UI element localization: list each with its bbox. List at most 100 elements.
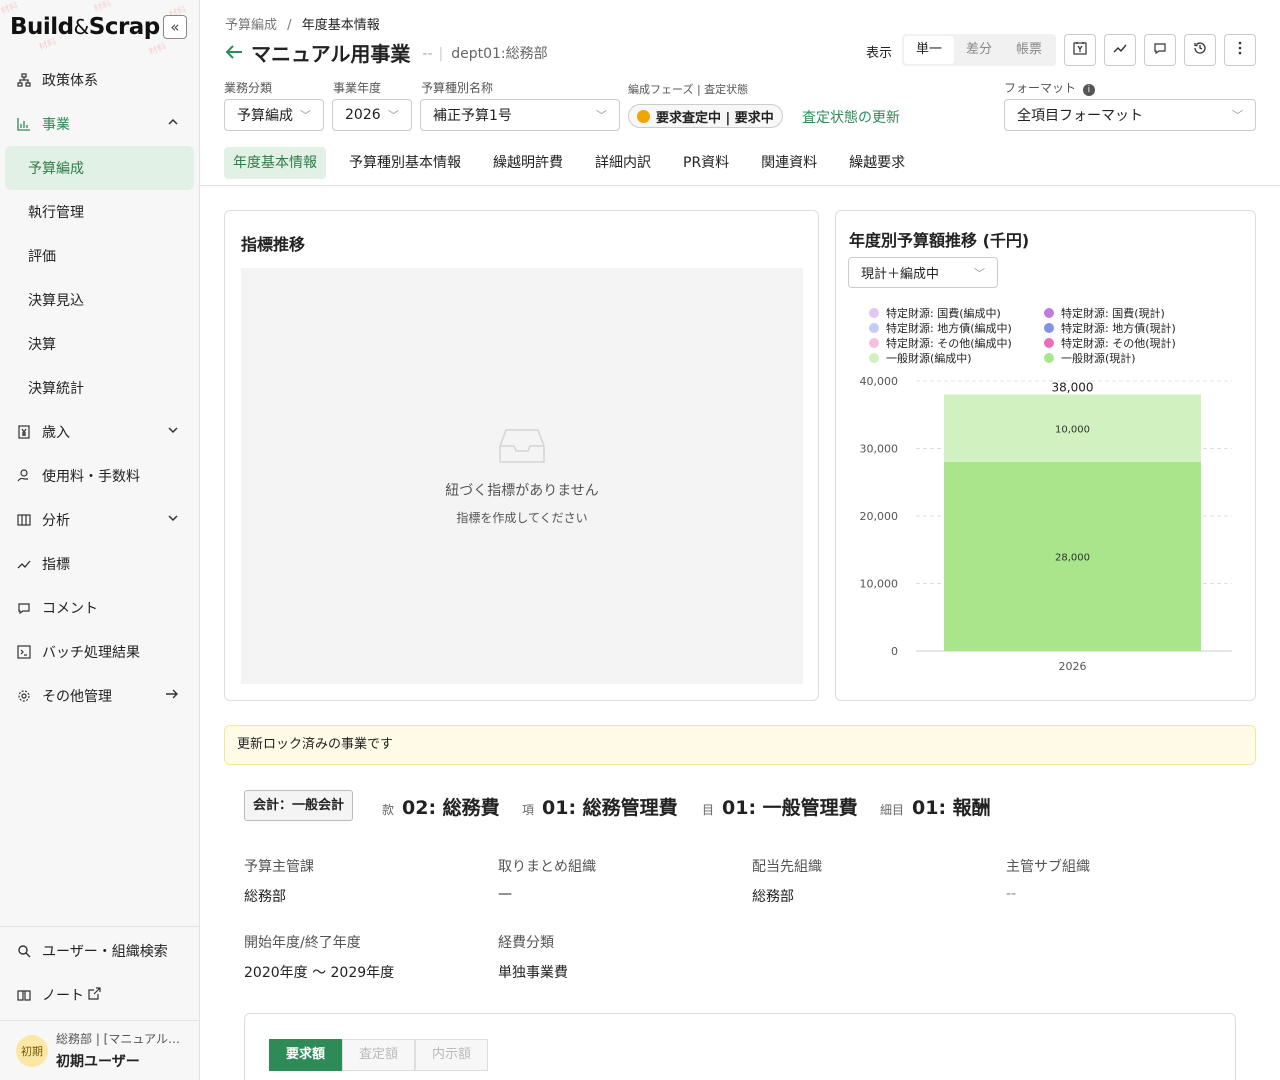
sidebar-item-label: その他管理 [42,689,112,705]
legend-label: 特定財源: その他(編成中) [886,337,1012,350]
tab-assessed-amount[interactable]: 査定額 [342,1039,415,1071]
current-user[interactable]: 初期 総務部 | [マニュアル… 初期ユーザー [0,1020,199,1080]
tab-carryover-request[interactable]: 繰越要求 [840,147,914,179]
trend-button[interactable] [1104,34,1136,66]
back-arrow-icon[interactable] [225,41,243,65]
budget-chart-select[interactable]: 現計＋編成中 ﹀ [848,257,998,288]
fiscal-year-value: 2026 [345,107,381,123]
account-badge: 会計：一般会計 [244,790,354,821]
legend-item[interactable]: 特定財源: その他(現計) [1044,335,1176,351]
app-logo[interactable]: Build&Scrap [10,14,160,40]
sidebar-sub-label: 評価 [28,249,56,265]
tab-yearly-info[interactable]: 年度基本情報 [224,147,326,179]
tab-divider [200,185,1280,186]
more-menu-button[interactable] [1224,34,1256,66]
sidebar-sub-evaluation[interactable]: 評価 [0,234,199,278]
kan-key: 款 [382,803,395,817]
sidebar-item-indicators[interactable]: 指標 [0,542,199,586]
info-icon[interactable]: i [1082,84,1095,96]
empty-title: 紐づく指標がありません [445,483,599,499]
comment-button[interactable] [1144,34,1176,66]
svg-text:材料: 材料 [92,0,113,15]
sidebar-item-label: 分析 [42,513,70,529]
tab-details[interactable]: 詳細内訳 [586,147,660,179]
bar-total-label: 38,000 [1052,381,1094,395]
tab-budget-type-info[interactable]: 予算種別基本情報 [340,147,470,179]
sidebar-sub-statistics[interactable]: 決算統計 [0,366,199,410]
sidebar-sub-execution[interactable]: 執行管理 [0,190,199,234]
chevron-down-icon: ﹀ [974,266,985,280]
format-select[interactable]: 全項目フォーマット ﹀ [1004,99,1256,131]
chevron-down-icon: ﹀ [1232,109,1243,122]
sidebar-item-business[interactable]: 事業 [0,102,199,146]
budget-type-select[interactable]: 補正予算1号 ﹀ [420,99,620,131]
sidebar-item-label: 使用料・手数料 [42,469,140,485]
breadcrumb-separator: / [287,18,292,33]
moku-value: 01: 一般管理費 [722,797,858,819]
legend-item[interactable]: 特定財源: 地方債(現計) [1044,320,1176,336]
legend-item[interactable]: 特定財源: 地方債(編成中) [869,320,1012,336]
view-mode-single[interactable]: 単一 [904,36,955,64]
sidebar-item-policy[interactable]: 政策体系 [0,58,199,102]
main-content: 予算編成 / 年度基本情報 マニュアル用事業 -- | dept01:総務部 表示 … [200,0,1280,1080]
view-mode-diff[interactable]: 差分 [954,36,1004,64]
sidebar-bottom: ユーザー・組織検索 ノート [0,926,199,1017]
collapse-sidebar-button[interactable]: « [163,15,187,39]
user-org-search[interactable]: ユーザー・組織検索 [0,929,199,973]
search-icon [16,943,32,959]
sidebar-sub-settlement[interactable]: 決算 [0,322,199,366]
note-link[interactable]: ノート [0,973,199,1017]
sidebar: 材料 材料 材料 材料 材料 Build&Scrap « 政策体系 事業 予算編… [0,0,200,1080]
sidebar-item-batch[interactable]: バッチ処理結果 [0,630,199,674]
tab-carryover[interactable]: 繰越明許費 [484,147,572,179]
note-label: ノート [42,988,84,1004]
tab-pr[interactable]: PR資料 [674,147,738,179]
sidebar-item-label: 指標 [42,557,70,573]
sidebar-item-fees[interactable]: 使用料・手数料 [0,454,199,498]
hierarchy-icon [16,72,32,88]
sidebar-sub-budget[interactable]: 予算編成 [5,146,194,190]
view-mode-label: 表示 [866,46,893,61]
format-label-text: フォーマット [1004,81,1077,95]
budget-chart-select-value: 現計＋編成中 [861,267,940,282]
business-type-select[interactable]: 予算編成 ﹀ [224,99,324,131]
y-tick-label: 10,000 [860,578,899,591]
terminal-icon [16,644,32,660]
business-type-value: 予算編成 [237,108,293,124]
legend-label: 一般財源(編成中) [886,352,972,365]
department-label: -- | dept01:総務部 [422,45,548,62]
saimoku-key: 細目 [880,803,905,817]
budget-type-value: 補正予算1号 [433,108,512,124]
sidebar-sub-forecast[interactable]: 決算見込 [0,278,199,322]
title-row: マニュアル用事業 -- | dept01:総務部 [225,38,548,67]
legend-swatch [869,353,879,363]
legend-item[interactable]: 一般財源(現計) [1044,350,1136,366]
legend-item[interactable]: 特定財源: 国費(編成中) [869,305,1001,321]
tab-related[interactable]: 関連資料 [752,147,826,179]
fiscal-year-label: 事業年度 [333,81,382,95]
fiscal-year-select[interactable]: 2026 ﹀ [332,99,412,131]
gear-icon [16,688,32,704]
sidebar-item-comments[interactable]: コメント [0,586,199,630]
tab-request-amount[interactable]: 要求額 [269,1039,342,1071]
legend-label: 一般財源(現計) [1061,352,1136,365]
view-mode-report[interactable]: 帳票 [1004,36,1054,64]
sidebar-item-analysis[interactable]: 分析 [0,498,199,542]
legend-item[interactable]: 特定財源: その他(編成中) [869,335,1012,351]
budget-bar-chart: 0 10,000 20,000 30,000 40,000 28,000 10,000 38,… [860,375,1232,671]
sidebar-sub-label: 執行管理 [28,205,84,221]
legend-item[interactable]: 特定財源: 国費(現計) [1044,305,1165,321]
update-status-link[interactable]: 査定状態の更新 [802,107,900,127]
yen-calendar-button[interactable] [1064,34,1096,66]
business-type-label: 業務分類 [224,81,273,95]
history-button[interactable] [1184,34,1216,66]
user-org-search-label: ユーザー・組織検索 [42,944,168,960]
legend-item[interactable]: 一般財源(編成中) [869,350,972,366]
sidebar-item-label: 事業 [42,117,70,133]
tab-informal-amount[interactable]: 内示額 [415,1039,488,1071]
status-dot [637,109,650,123]
sidebar-item-other[interactable]: その他管理 [0,674,199,718]
breadcrumb-parent[interactable]: 予算編成 [225,18,277,33]
empty-inbox-icon [498,426,546,470]
sidebar-item-revenue[interactable]: 歳入 [0,410,199,454]
